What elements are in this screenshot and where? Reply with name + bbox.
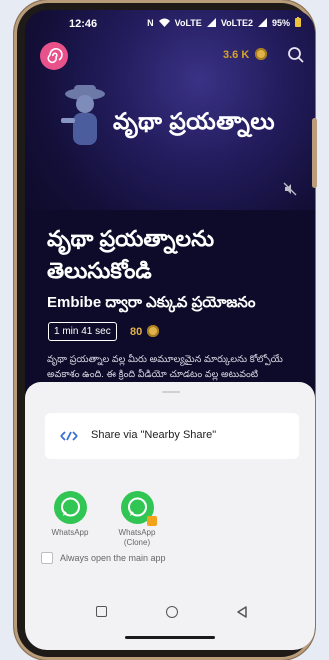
nfc-icon: N (147, 18, 154, 28)
recents-button-icon[interactable] (96, 606, 107, 617)
phone-frame: 3.6 K వృథా ప్రయత్నాలు 12:46 N VoLTE VoLT… (14, 0, 315, 660)
content-description: వృథా ప్రయత్నాల వల్ల మీరు అమూల్యమైన మార్క… (47, 354, 283, 380)
always-open-option[interactable]: Always open the main app (41, 552, 166, 564)
battery-percent: 95% (271, 18, 290, 28)
screen: 3.6 K వృథా ప్రయత్నాలు 12:46 N VoLTE VoLT… (25, 10, 315, 650)
signal2-icon (257, 17, 267, 29)
coin-icon (255, 48, 267, 60)
mute-icon[interactable] (283, 182, 297, 201)
duration-badge: 1 min 41 sec (48, 322, 117, 341)
whatsapp-icon (53, 491, 87, 524)
whatsapp-label: WhatsApp (51, 528, 89, 537)
home-button-icon[interactable] (166, 606, 178, 618)
home-indicator (125, 636, 215, 639)
points-value: 80 (130, 326, 143, 338)
signal1-icon (206, 17, 216, 29)
whatsapp-app[interactable]: WhatsApp (40, 491, 100, 538)
points-coin-icon (147, 325, 159, 337)
sim1-label: VoLTE (174, 18, 202, 28)
content-title: వృథా ప్రయత్నాలను తెలుసుకోండి (47, 226, 215, 283)
sheet-handle[interactable] (162, 391, 180, 393)
navigation-bar (25, 592, 315, 632)
nearby-share-icon (60, 428, 78, 446)
nearby-share-label: Share via "Nearby Share" (91, 429, 217, 441)
whatsapp-clone-label: WhatsApp (Clone) (118, 528, 156, 547)
status-time: 12:46 (69, 18, 98, 30)
search-icon[interactable] (287, 46, 305, 69)
nearby-share-button[interactable]: Share via "Nearby Share" (45, 413, 299, 459)
hero-title: వృథా ప్రయత్నాలు (113, 108, 276, 134)
status-bar: 12:46 N VoLTE VoLTE2 95% (25, 10, 315, 36)
whatsapp-clone-app[interactable]: WhatsApp (Clone) (107, 491, 167, 548)
always-open-checkbox[interactable] (41, 552, 53, 564)
content-section: వృథా ప్రయత్నాలను తెలుసుకోండి Embibe ద్వా… (25, 210, 315, 410)
hero-character-illustration (57, 80, 107, 160)
share-sheet: Share via "Nearby Share" WhatsApp WhatsA… (25, 382, 315, 650)
coin-balance: 3.6 K (223, 49, 250, 61)
app-logo[interactable] (40, 42, 68, 70)
status-icons: N VoLTE VoLTE2 95% (147, 17, 301, 29)
whatsapp-clone-icon (120, 491, 157, 526)
hero-banner: 3.6 K వృథా ప్రయత్నాలు (25, 10, 315, 210)
clone-badge-icon (146, 516, 157, 526)
sim2-label: VoLTE2 (220, 18, 253, 28)
always-open-label: Always open the main app (60, 553, 166, 563)
battery-icon (295, 17, 301, 29)
wifi-icon (158, 18, 170, 29)
content-subtitle: Embibe ద్వారా ఎక్కువ ప్రయోజనం (47, 294, 256, 311)
side-button (312, 118, 317, 188)
back-button-icon[interactable] (236, 605, 248, 623)
